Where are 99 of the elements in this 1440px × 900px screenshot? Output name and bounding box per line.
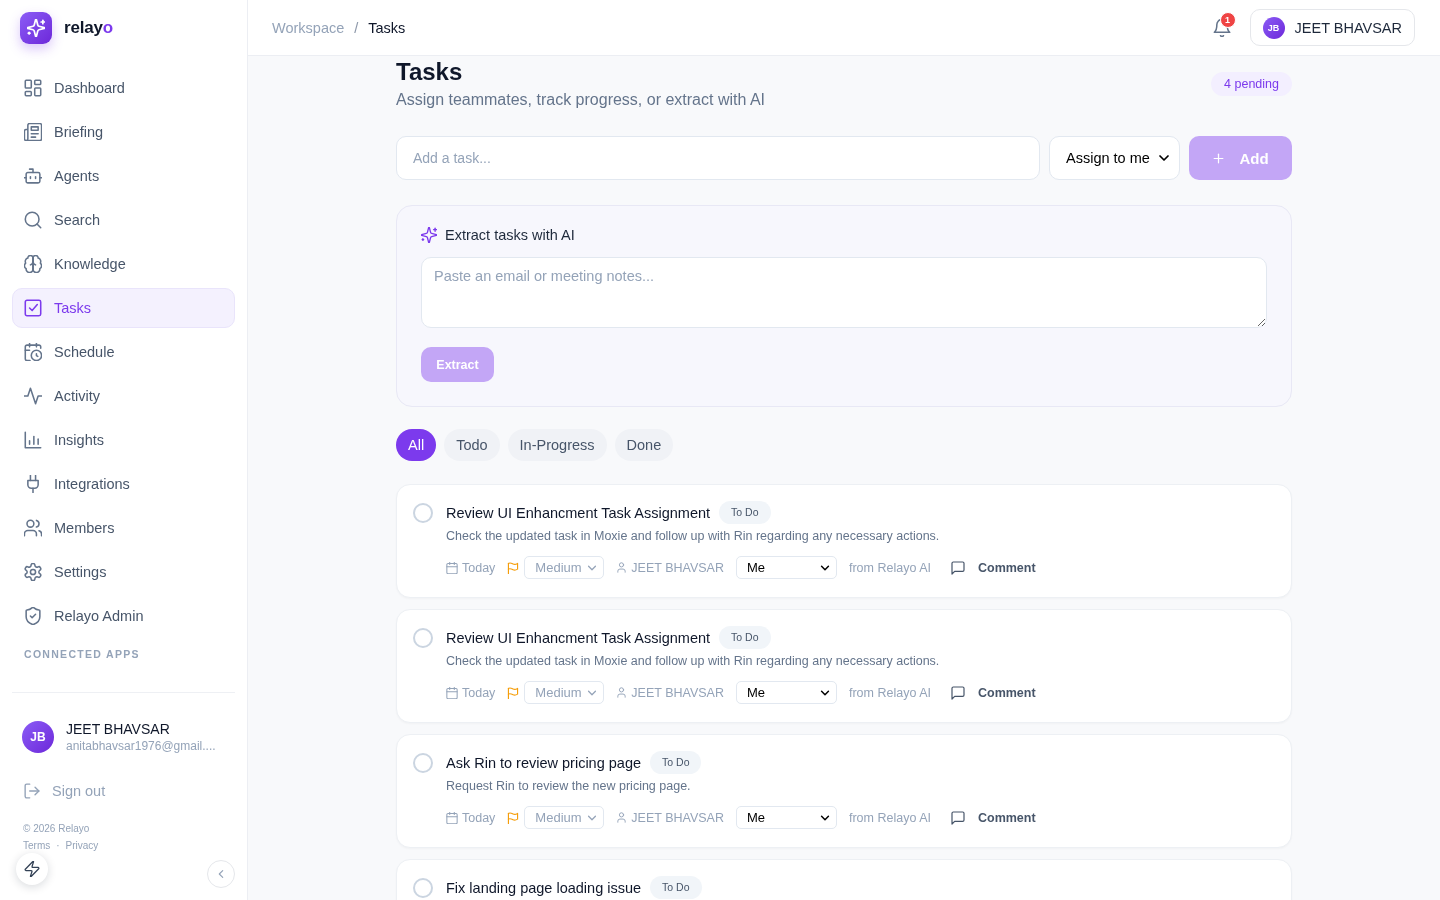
due-date: Today (462, 810, 496, 825)
nav-item[interactable]: Settings (12, 552, 235, 592)
plus-icon (1212, 151, 1226, 165)
robot-icon (24, 167, 42, 185)
nav-item[interactable]: Tasks (12, 288, 235, 328)
nav-item[interactable]: Agents (12, 156, 235, 196)
comment-button[interactable]: Comment (950, 810, 1036, 825)
task-checkbox[interactable] (413, 502, 433, 523)
due-date: Today (462, 560, 496, 575)
checkbox-icon (24, 299, 42, 317)
search-icon (24, 211, 42, 229)
flag-icon (507, 811, 520, 824)
bell-icon[interactable] (1212, 18, 1231, 37)
comment-button[interactable]: Comment (950, 685, 1036, 700)
filter-tab[interactable]: Done (614, 429, 674, 461)
breadcrumb-separator: / (354, 19, 359, 36)
nav-item[interactable]: Relayo Admin (12, 596, 235, 636)
owner-name: JEET BHAVSAR (631, 685, 724, 700)
task-checkbox[interactable] (413, 752, 433, 773)
source-label: from Relayo AI (849, 810, 931, 825)
status-tag: To Do (719, 501, 771, 524)
notes-textarea[interactable]: Paste an email or meeting notes... (421, 257, 1267, 328)
task-checkbox[interactable] (413, 627, 433, 648)
filter-tab[interactable]: Todo (444, 429, 500, 461)
nav-item[interactable]: Insights (12, 420, 235, 460)
page-subtitle: Assign teammates, track progress, or extract with AI (396, 90, 766, 110)
user-icon (616, 562, 628, 573)
status-tag: To Do (650, 751, 702, 774)
owner-name: JEET BHAVSAR (631, 810, 724, 825)
task-description: Request Rin to review the new pricing page. (446, 778, 691, 795)
user-name: JEET BHAVSAR (66, 720, 170, 738)
plug-icon (24, 475, 42, 493)
page-title: Tasks (396, 57, 463, 87)
task-input[interactable]: Add a task... (396, 136, 1040, 180)
comment-button[interactable]: Comment (950, 560, 1036, 575)
flag-icon (507, 686, 520, 699)
nav-item[interactable]: Members (12, 508, 235, 548)
flag-icon (507, 561, 520, 574)
assignee-select[interactable]: Me (736, 556, 837, 579)
task-title: Review UI Enhancment Task Assignment (446, 504, 711, 521)
assignee-select[interactable]: Me (736, 681, 837, 704)
due-date: Today (462, 685, 496, 700)
shield-check-icon (24, 607, 42, 625)
collapse-button[interactable] (207, 860, 235, 888)
brand-name: relayo (64, 18, 113, 38)
source-label: from Relayo AI (849, 685, 931, 700)
status-tag: To Do (719, 626, 771, 649)
log-out-icon (24, 783, 40, 799)
owner-name: JEET BHAVSAR (631, 560, 724, 575)
task-checkbox[interactable] (413, 877, 433, 898)
user-icon (616, 687, 628, 698)
calendar-icon (446, 686, 458, 699)
users-icon (24, 519, 42, 537)
calendar-icon (446, 811, 458, 824)
nav-item[interactable]: Activity (12, 376, 235, 416)
assignee-select[interactable]: Assign to me (1049, 136, 1180, 180)
user-menu-button[interactable]: JB JEET BHAVSAR (1249, 9, 1415, 46)
nav-item[interactable]: Dashboard (12, 68, 235, 108)
calendar-icon (446, 561, 458, 574)
section-label: CONNECTED APPS (23, 648, 140, 660)
calendar-clock-icon (24, 343, 42, 361)
user-icon (616, 812, 628, 823)
comment-icon (950, 560, 965, 575)
breadcrumb-link[interactable]: Tasks (368, 19, 406, 36)
pulse-icon (24, 387, 42, 405)
pending-count: 4 pending (1211, 72, 1292, 96)
task-title: Ask Rin to review pricing page (446, 754, 642, 771)
filter-tab[interactable]: All (396, 429, 437, 461)
copyright-text: © 2026 Relayo (23, 822, 90, 836)
avatar: JB (1262, 16, 1285, 39)
nav-item[interactable]: Knowledge (12, 244, 235, 284)
avatar: JB (22, 721, 54, 753)
user-email: anitabhavsar1976@gmail.... (66, 738, 216, 754)
lightning-icon (24, 861, 40, 877)
grid-icon (24, 79, 42, 97)
filter-tab[interactable]: In-Progress (507, 429, 607, 461)
newspaper-icon (24, 123, 42, 141)
task-title: Review UI Enhancment Task Assignment (446, 629, 711, 646)
sparkles-icon (421, 227, 437, 243)
link-separator: · (56, 839, 60, 853)
assignee-select[interactable]: Me (736, 806, 837, 829)
nav-item[interactable]: Search (12, 200, 235, 240)
quick-action-button[interactable] (16, 853, 48, 885)
notification-badge: 1 (1219, 11, 1236, 28)
logo-icon (20, 12, 52, 44)
nav-item[interactable]: Briefing (12, 112, 235, 152)
comment-icon (950, 810, 965, 825)
comment-icon (950, 685, 965, 700)
task-description: Check the updated task in Moxie and follow up with Rin regarding any necessary actions. (446, 653, 940, 670)
settings-icon (24, 563, 42, 581)
bar-chart-icon (24, 431, 42, 449)
task-title: Fix landing page loading issue (446, 879, 642, 896)
source-label: from Relayo AI (849, 560, 931, 575)
task-description: Check the updated task in Moxie and follow up with Rin regarding any necessary actions. (446, 528, 940, 545)
nav-item[interactable]: Integrations (12, 464, 235, 504)
panel-title: Extract tasks with AI (445, 227, 575, 243)
status-tag: To Do (650, 876, 702, 899)
nav-item[interactable]: Schedule (12, 332, 235, 372)
brain-icon (24, 255, 42, 273)
